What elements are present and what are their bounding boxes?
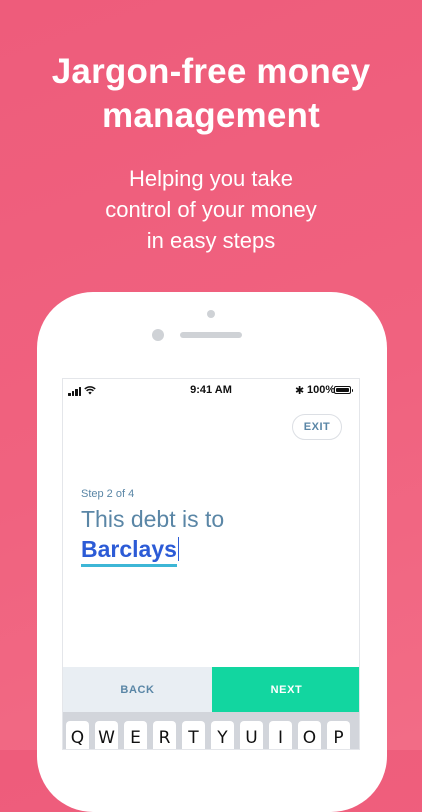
step-indicator: Step 2 of 4: [81, 488, 135, 500]
key-o[interactable]: O: [298, 721, 321, 749]
key-q[interactable]: Q: [66, 721, 89, 749]
promo-headline: Jargon-free money management: [0, 50, 422, 138]
app-screen: 9:41 AM ✱ 100% EXIT Step 2 of 4 This deb…: [62, 378, 360, 750]
key-w[interactable]: W: [95, 721, 118, 749]
back-button[interactable]: BACK: [63, 667, 212, 712]
status-bar: 9:41 AM ✱ 100%: [63, 379, 359, 401]
key-y[interactable]: Y: [211, 721, 234, 749]
key-r[interactable]: R: [153, 721, 176, 749]
lender-input-value: Barclays: [81, 536, 177, 567]
key-u[interactable]: U: [240, 721, 263, 749]
subline-line-2: control of your money: [105, 197, 317, 222]
text-cursor: [177, 537, 180, 561]
phone-speaker: [180, 332, 242, 338]
headline-line-2: management: [102, 96, 320, 135]
battery-icon: [334, 386, 353, 394]
keyboard: Q W E R T Y U I O P: [63, 712, 359, 749]
subline-line-1: Helping you take: [129, 166, 293, 191]
question-prompt: This debt is to: [81, 506, 225, 532]
phone-sensor: [207, 310, 215, 318]
key-i[interactable]: I: [269, 721, 292, 749]
key-t[interactable]: T: [182, 721, 205, 749]
lender-input[interactable]: Barclays: [81, 536, 180, 567]
bluetooth-icon: ✱: [295, 385, 305, 397]
key-p[interactable]: P: [327, 721, 350, 749]
battery-percent: 100%: [307, 384, 336, 396]
next-button[interactable]: NEXT: [212, 667, 359, 712]
headline-line-1: Jargon-free money: [51, 52, 371, 91]
exit-button[interactable]: EXIT: [292, 414, 342, 440]
key-e[interactable]: E: [124, 721, 147, 749]
phone-camera: [152, 329, 164, 341]
subline-line-3: in easy steps: [146, 228, 276, 253]
promo-subline: Helping you take control of your money i…: [0, 163, 422, 256]
